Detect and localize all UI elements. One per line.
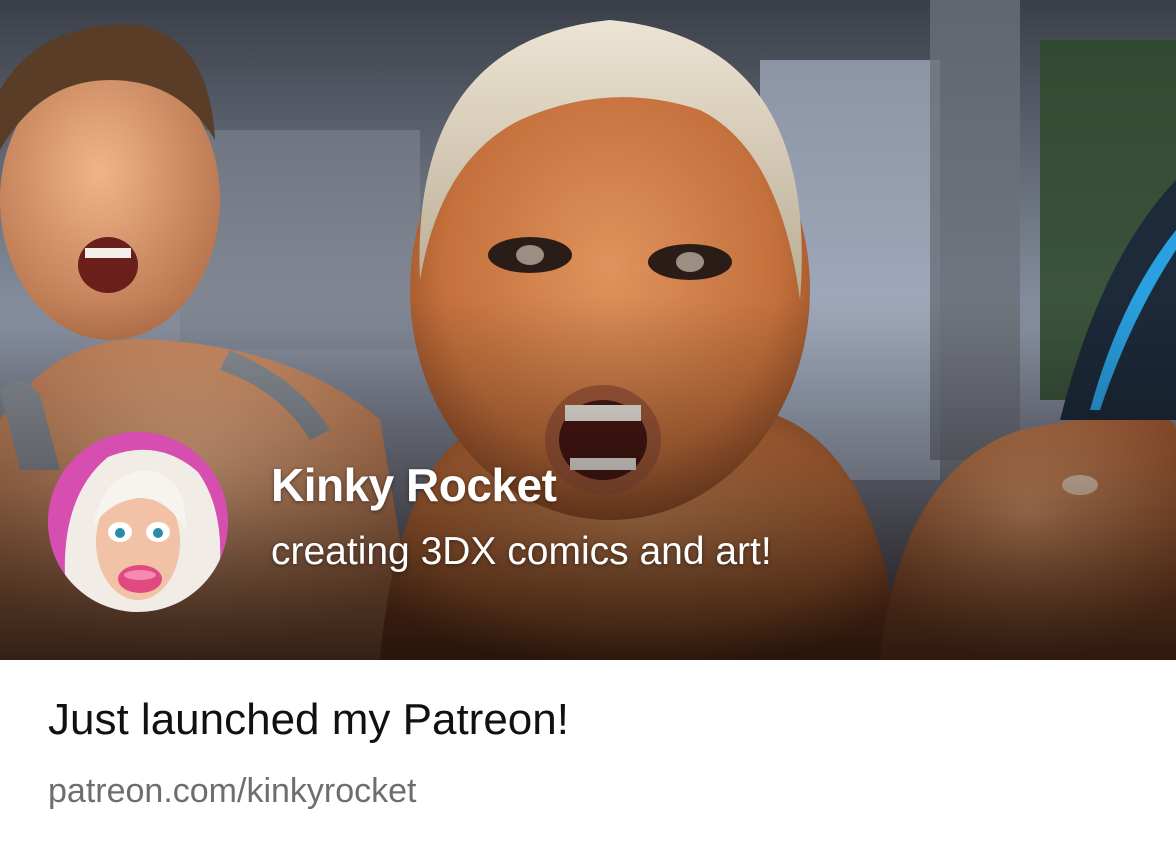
link-preview-card[interactable]: Kinky Rocket creating 3DX comics and art… [0, 0, 1176, 852]
creator-name[interactable]: Kinky Rocket [271, 458, 557, 512]
avatar-image [48, 432, 228, 612]
avatar[interactable] [48, 432, 228, 612]
card-url-link[interactable]: patreon.com/kinkyrocket [48, 772, 417, 811]
card-title[interactable]: Just launched my Patreon! [48, 695, 569, 745]
creator-tagline: creating 3DX comics and art! [271, 530, 772, 573]
